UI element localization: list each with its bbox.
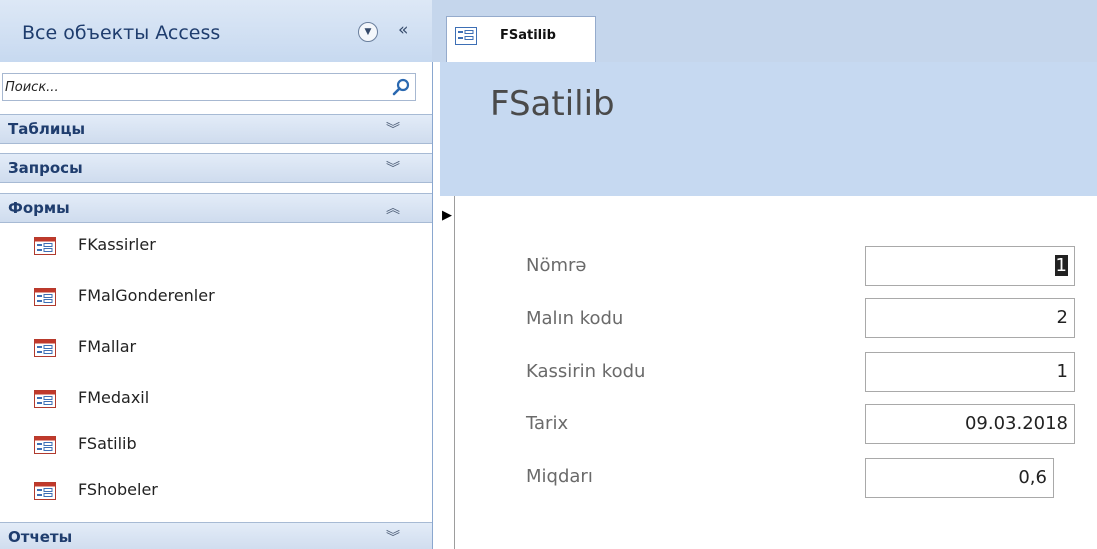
nav-group-label: Запросы: [8, 159, 83, 177]
nav-item-fmallar[interactable]: FMallar: [0, 325, 432, 373]
nav-pane-title[interactable]: Все объекты Access: [22, 22, 220, 44]
nav-group-tables[interactable]: Таблицы ︾: [0, 114, 432, 144]
nav-group-queries[interactable]: Запросы ︾: [0, 153, 432, 183]
form-header: FSatilib: [440, 62, 1097, 196]
nav-group-reports[interactable]: Отчеты ︾: [0, 522, 432, 549]
nav-group-label: Формы: [8, 199, 70, 217]
form-title: FSatilib: [490, 84, 615, 124]
record-selector[interactable]: ▶: [440, 196, 455, 549]
field-malin-kodu-input[interactable]: 2: [865, 298, 1075, 338]
form-icon: [34, 482, 56, 500]
tab-fsatilib[interactable]: FSatilib: [446, 16, 596, 62]
double-chevron-up-icon[interactable]: ︽: [386, 198, 400, 218]
nav-item-fmalgonderenler[interactable]: FMalGonderenler: [0, 274, 432, 322]
nav-item-label: FMallar: [78, 337, 137, 356]
search-icon[interactable]: [391, 77, 411, 97]
nav-item-fsatilib[interactable]: FSatilib: [0, 422, 432, 470]
double-chevron-down-icon[interactable]: ︾: [386, 119, 400, 139]
form-icon: [34, 339, 56, 357]
field-kassirin-kodu-input[interactable]: 1: [865, 352, 1075, 392]
field-miqdari-input[interactable]: 0,6: [865, 458, 1054, 498]
field-label-kassirin-kodu: Kassirin kodu: [526, 361, 646, 382]
nav-item-label: FMedaxil: [78, 388, 150, 407]
form-icon: [34, 390, 56, 408]
field-label-nomre: Nömrə: [526, 255, 587, 276]
double-chevron-down-icon[interactable]: ︾: [386, 527, 400, 547]
form-icon: [34, 237, 56, 255]
field-label-miqdari: Miqdarı: [526, 466, 593, 487]
search-input[interactable]: [3, 74, 385, 100]
nav-group-label: Таблицы: [8, 120, 86, 138]
double-chevron-down-icon[interactable]: ︾: [386, 158, 400, 178]
double-chevron-left-icon[interactable]: «: [398, 20, 408, 40]
form-icon: [34, 288, 56, 306]
field-tarix-input[interactable]: 09.03.2018: [865, 404, 1075, 444]
field-label-malin-kodu: Malın kodu: [526, 308, 624, 329]
form-icon: [34, 436, 56, 454]
nav-item-label: FMalGonderenler: [78, 286, 215, 305]
navigation-pane: Все объекты Access ▼ « Таблицы ︾ Запросы…: [0, 0, 433, 549]
current-record-icon: ▶: [442, 208, 452, 223]
nav-group-forms[interactable]: Формы ︽: [0, 193, 432, 223]
nav-item-fkassirler[interactable]: FKassirler: [0, 223, 432, 271]
form-icon: [455, 27, 477, 45]
nav-item-label: FSatilib: [78, 434, 137, 453]
chevron-down-circle-icon[interactable]: ▼: [358, 22, 378, 42]
nav-item-label: FKassirler: [78, 235, 156, 254]
nav-group-label: Отчеты: [8, 528, 73, 546]
field-nomre-input[interactable]: 1: [865, 246, 1075, 286]
nav-item-fmedaxil[interactable]: FMedaxil: [0, 376, 432, 424]
field-label-tarix: Tarix: [526, 413, 569, 434]
search-box: [2, 73, 416, 101]
field-value: 1: [1054, 255, 1068, 276]
tab-label: FSatilib: [500, 28, 556, 43]
nav-pane-header: Все объекты Access ▼ «: [0, 0, 432, 62]
nav-item-label: FShobeler: [78, 480, 158, 499]
nav-item-fshobeler[interactable]: FShobeler: [0, 468, 432, 516]
